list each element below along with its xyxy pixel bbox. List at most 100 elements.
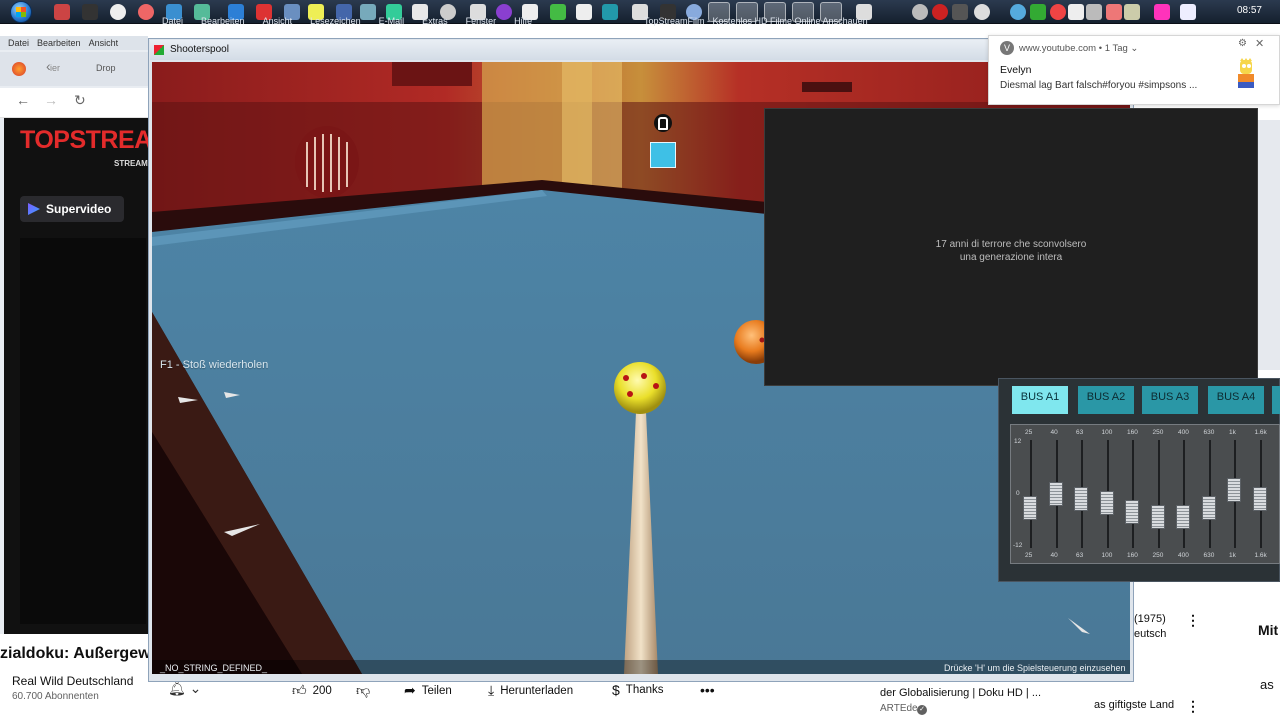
tray-icon[interactable] [1124, 4, 1140, 20]
bus-a4-button[interactable]: BUS A4 [1208, 386, 1264, 414]
reload-icon[interactable]: ↻ [74, 92, 86, 109]
like-count: 200 [312, 684, 332, 697]
firefox-icon[interactable] [12, 62, 26, 76]
menu-item[interactable]: E-Mail [379, 16, 405, 26]
eq-band-label-bottom: 40 [1050, 552, 1058, 559]
start-button[interactable] [6, 0, 36, 24]
menu-item[interactable]: Ansicht [89, 38, 119, 48]
bus-button-partial[interactable] [1272, 386, 1280, 414]
menu-item[interactable]: Fenster [466, 16, 497, 26]
eq-band-label-bottom: 25 [1025, 552, 1033, 559]
eq-band-label-top: 25 [1025, 429, 1033, 436]
shot-power-icon[interactable] [654, 114, 672, 132]
share-button[interactable]: ➦ Teilen [404, 682, 452, 699]
game-titlebar[interactable] [150, 40, 1132, 60]
eq-slider-knob[interactable] [1150, 504, 1165, 529]
status-left-text: _NO_STRING_DEFINED_ [160, 663, 268, 673]
eq-band-label-top: 400 [1178, 429, 1189, 436]
eq-scale-top: 12 [1014, 438, 1022, 445]
tray-icon[interactable] [1030, 4, 1046, 20]
notification-bell-icon[interactable]: 🔔︎ ⌄ [168, 680, 201, 697]
tray-icon[interactable] [1180, 4, 1196, 20]
video-title: zialdoku: Außergewö [0, 645, 161, 662]
game-logo-icon [154, 45, 164, 55]
eq-slider-knob[interactable] [1099, 491, 1114, 515]
close-icon[interactable]: ✕ [1255, 37, 1264, 50]
more-actions-button[interactable]: ••• [700, 682, 715, 698]
dislike-button[interactable]: 👎︎ [356, 682, 370, 699]
bus-a1-button[interactable]: BUS A1 [1012, 386, 1068, 414]
eq-slider-knob[interactable] [1176, 504, 1190, 529]
recommended-video-channel[interactable]: ARTEde [880, 703, 918, 714]
tray-icon[interactable] [1068, 4, 1084, 20]
app-icon[interactable] [54, 4, 70, 20]
menu-item[interactable]: Lesezeichen [310, 16, 361, 26]
back-icon[interactable]: ← [16, 92, 30, 108]
verified-icon: ✓ [917, 705, 927, 715]
like-button[interactable]: 👍︎ 200 [292, 682, 332, 699]
tray-icon[interactable] [974, 4, 990, 20]
eq-slider-track[interactable] [1208, 440, 1211, 548]
download-button[interactable]: ⤓ Herunterladen [488, 682, 573, 699]
clock[interactable]: 08:57 [1237, 5, 1262, 16]
volume-icon[interactable] [912, 4, 928, 20]
notification-title: Evelyn [1000, 64, 1032, 76]
eq-slider-knob[interactable] [1252, 486, 1267, 511]
app-icon[interactable] [110, 4, 126, 20]
menu-item[interactable]: Ansicht [263, 16, 293, 26]
eq-band-label-top: 1k [1229, 429, 1236, 436]
eq-band-label-bottom: 160 [1127, 552, 1138, 559]
chrome-tray-icon[interactable] [1050, 4, 1066, 20]
recommended-video-title[interactable]: der Globalisierung | Doku HD | ... [880, 687, 1041, 699]
bus-a2-button[interactable]: BUS A2 [1078, 386, 1134, 414]
eq-slider-knob[interactable] [1227, 477, 1241, 502]
eq-slider-track[interactable] [1183, 440, 1185, 548]
tray-icon[interactable] [1010, 4, 1026, 20]
supervideo-button[interactable]: Supervideo [20, 196, 124, 222]
download-icon: ⤓ [488, 682, 495, 698]
eq-slider-knob[interactable] [1125, 500, 1139, 524]
browser-tab[interactable]: ier [50, 58, 78, 80]
menu-item[interactable]: Bearbeiten [201, 16, 245, 26]
gear-icon[interactable]: ⚙ [1238, 38, 1247, 49]
channel-name[interactable]: Real Wild Deutschland [12, 674, 133, 688]
video-player[interactable] [20, 238, 146, 624]
menu-item[interactable]: Datei [8, 38, 29, 48]
eq-slider-track[interactable] [1030, 440, 1032, 548]
eq-slider-knob[interactable] [1201, 495, 1216, 520]
eq-slider-knob[interactable] [1074, 486, 1088, 511]
tray-icon[interactable] [1106, 4, 1122, 20]
bus-label: BUS A3 [1150, 391, 1190, 403]
tray-icon[interactable] [1086, 4, 1102, 20]
eq-slider-knob[interactable] [1023, 495, 1037, 520]
forward-icon[interactable]: → [44, 92, 58, 108]
eq-band-label-top: 160 [1127, 429, 1138, 436]
tray-icon[interactable] [932, 4, 948, 20]
eq-band-label-bottom: 250 [1152, 552, 1164, 559]
more-vert-icon[interactable]: ⋮ [1186, 612, 1200, 629]
app-icon[interactable] [82, 4, 98, 20]
bus-a3-button[interactable]: BUS A3 [1142, 386, 1198, 414]
avatar [1238, 58, 1254, 88]
thanks-button[interactable]: $ Thanks [612, 682, 664, 698]
eq-slider-track[interactable] [1157, 440, 1160, 548]
more-vert-icon[interactable]: ⋮ [1186, 698, 1200, 715]
tray-icon[interactable] [952, 4, 968, 20]
tray-icon[interactable] [1154, 4, 1170, 20]
eq-scale-bottom: -12 [1013, 542, 1023, 549]
menu-item[interactable]: Datei [162, 16, 183, 26]
eq-slider-track[interactable] [1132, 440, 1134, 548]
thanks-icon: $ [612, 682, 620, 698]
notification-text: Diesmal lag Bart falsch#foryou #simpsons… [1000, 80, 1198, 91]
menu-item[interactable]: Bearbeiten [37, 38, 81, 48]
cue-spin-icon[interactable] [650, 142, 676, 168]
eq-band-label-top: 40 [1050, 429, 1058, 436]
menu-item[interactable]: Hilfe [514, 16, 532, 26]
eq-slider-knob[interactable] [1048, 482, 1063, 506]
recommended-video-title[interactable]: (1975) eutsch [1134, 612, 1194, 642]
windows-icon [10, 1, 32, 23]
eq-band-label-bottom: 1.6k [1254, 552, 1267, 559]
recommended-video-title[interactable]: as giftigste Land [1094, 699, 1174, 711]
browser-tab[interactable]: Drop [96, 58, 146, 80]
menu-item[interactable]: Extras [422, 16, 448, 26]
